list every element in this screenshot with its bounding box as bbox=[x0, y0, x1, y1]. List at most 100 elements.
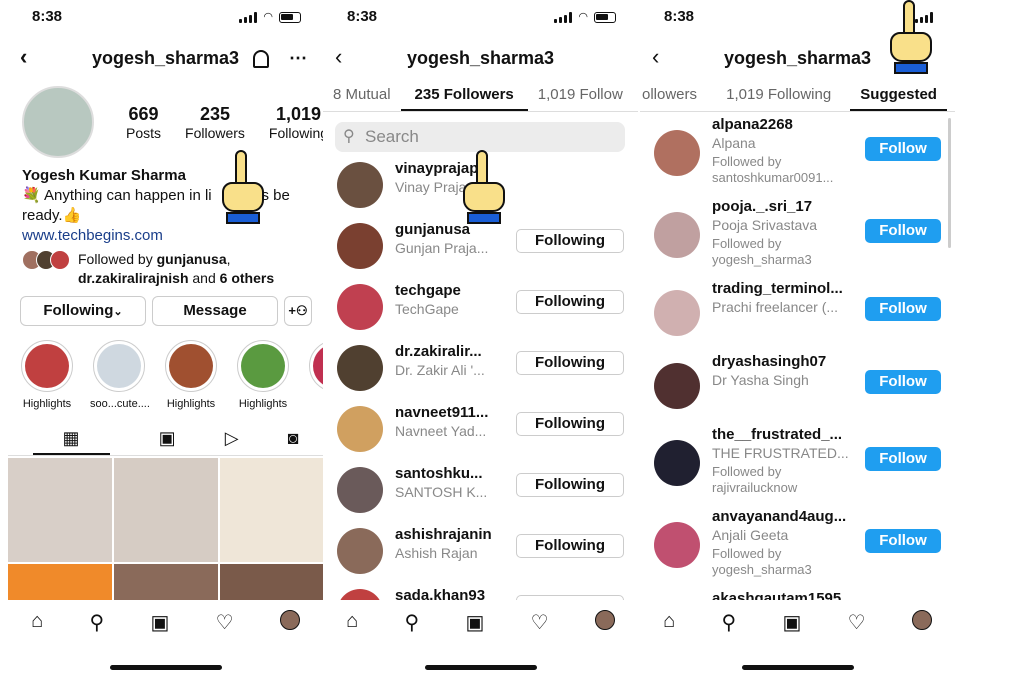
list-item[interactable]: dr.zakiralir... Dr. Zakir Ali '... Followi… bbox=[323, 339, 638, 400]
user-handle[interactable]: pooja._.sri_17 bbox=[712, 198, 812, 215]
follow-button[interactable]: Follow bbox=[865, 447, 941, 471]
list-item[interactable]: dryashasingh07 Dr Yasha Singh Follow bbox=[640, 349, 955, 422]
avatar[interactable] bbox=[337, 467, 383, 513]
profile-avatar[interactable] bbox=[22, 86, 94, 158]
user-handle[interactable]: techgape bbox=[395, 282, 461, 299]
following-button[interactable]: Following bbox=[516, 351, 624, 375]
tab-followers[interactable]: ollowers bbox=[640, 80, 707, 111]
user-fullname: Pooja Srivastava bbox=[712, 217, 818, 233]
following-button[interactable]: Following bbox=[516, 534, 624, 558]
avatar[interactable] bbox=[337, 345, 383, 391]
heart-icon[interactable]: ♡ bbox=[531, 610, 549, 635]
profile-avatar[interactable] bbox=[279, 610, 300, 630]
list-item[interactable]: trading_terminol... Prachi freelancer (..… bbox=[640, 276, 955, 349]
avatar[interactable] bbox=[654, 362, 700, 409]
avatar[interactable] bbox=[337, 406, 383, 452]
list-item[interactable]: the__frustrated_... THE FRUSTRATED... Foll… bbox=[640, 422, 955, 504]
list-item[interactable]: anvayanand4aug... Anjali Geeta Followed by… bbox=[640, 504, 955, 586]
tab-suggested[interactable]: Suggested bbox=[850, 80, 947, 111]
highlight-item[interactable]: Highlights bbox=[18, 340, 76, 410]
list-item[interactable]: santoshku... SANTOSH K... Following bbox=[323, 461, 638, 522]
followed-by-user: yogesh_sharma3 bbox=[712, 562, 812, 577]
tab-mutual[interactable]: 8 Mutual bbox=[323, 80, 401, 111]
stat-following[interactable]: 1,019 Following bbox=[269, 104, 323, 141]
user-handle[interactable]: santoshku... bbox=[395, 465, 483, 482]
home-icon[interactable]: ⌂ bbox=[346, 610, 358, 635]
follow-button[interactable]: Follow bbox=[865, 529, 941, 553]
following-button[interactable]: Following bbox=[516, 290, 624, 314]
user-handle[interactable]: the__frustrated_... bbox=[712, 426, 842, 443]
user-handle[interactable]: trading_terminol... bbox=[712, 280, 843, 297]
following-button[interactable]: Following bbox=[516, 412, 624, 436]
avatar[interactable] bbox=[337, 284, 383, 330]
list-item[interactable]: pooja._.sri_17 Pooja Srivastava Followed b… bbox=[640, 194, 955, 276]
follow-button[interactable]: Follow bbox=[865, 369, 941, 394]
search-input[interactable]: ⚲ Search bbox=[335, 122, 625, 152]
highlight-item[interactable]: soo...cute.... bbox=[90, 340, 150, 410]
back-icon[interactable]: ‹ bbox=[652, 46, 659, 68]
follow-button[interactable]: Follow bbox=[865, 219, 941, 243]
avatar[interactable] bbox=[337, 528, 383, 574]
post-thumbnail[interactable] bbox=[114, 458, 218, 562]
user-handle[interactable]: alpana2268 bbox=[712, 116, 793, 133]
list-item[interactable]: navneet911... Navneet Yad... Following bbox=[323, 400, 638, 461]
highlight-item[interactable]: Highlights bbox=[234, 340, 292, 410]
reels-icon[interactable]: ▣ bbox=[782, 610, 801, 635]
highlight-item[interactable]: Highlights bbox=[162, 340, 220, 410]
more-icon[interactable]: ⋯ bbox=[289, 48, 307, 69]
avatar[interactable] bbox=[654, 440, 700, 486]
home-icon[interactable]: ⌂ bbox=[31, 610, 43, 635]
search-icon[interactable]: ⚲ bbox=[405, 610, 420, 635]
avatar[interactable] bbox=[337, 162, 383, 208]
user-handle[interactable]: dryashasingh07 bbox=[712, 353, 826, 370]
tab-following[interactable]: 1,019 Following bbox=[716, 80, 841, 111]
profile-avatar[interactable] bbox=[911, 610, 932, 630]
add-user-icon[interactable]: +⚇ bbox=[284, 296, 312, 326]
tab-followers[interactable]: 235 Followers bbox=[400, 80, 528, 111]
user-handle[interactable]: dr.zakiralir... bbox=[395, 343, 482, 360]
following-button[interactable]: Following bbox=[516, 473, 624, 497]
user-handle[interactable]: navneet911... bbox=[395, 404, 488, 421]
avatar[interactable] bbox=[337, 223, 383, 269]
back-icon[interactable]: ‹ bbox=[335, 46, 342, 68]
profile-avatar[interactable] bbox=[594, 610, 615, 630]
user-handle[interactable]: gunjanusa bbox=[395, 221, 470, 238]
tab-following[interactable]: 1,019 Follow bbox=[528, 80, 633, 111]
avatar[interactable] bbox=[654, 522, 700, 568]
bell-icon[interactable] bbox=[253, 49, 269, 68]
message-button[interactable]: Message bbox=[152, 296, 278, 326]
search-icon[interactable]: ⚲ bbox=[722, 610, 737, 635]
heart-icon[interactable]: ♡ bbox=[216, 610, 234, 635]
reels-icon[interactable]: ▣ bbox=[159, 428, 176, 455]
following-button[interactable]: Following bbox=[516, 229, 624, 253]
following-button[interactable]: Following⌄ bbox=[20, 296, 146, 326]
post-thumbnail[interactable] bbox=[220, 458, 323, 562]
list-item[interactable]: techgape TechGape Following bbox=[323, 278, 638, 339]
search-icon[interactable]: ⚲ bbox=[90, 610, 105, 635]
grid-icon[interactable]: ▦ bbox=[32, 428, 110, 455]
highlight-item[interactable]: Highl bbox=[306, 340, 323, 410]
avatar[interactable] bbox=[654, 130, 700, 176]
reels-icon[interactable]: ▣ bbox=[465, 610, 484, 635]
stat-followers[interactable]: 235 Followers bbox=[185, 104, 245, 141]
user-handle[interactable]: anvayanand4aug... bbox=[712, 508, 846, 525]
play-icon[interactable]: ▷ bbox=[225, 428, 239, 455]
follow-button[interactable]: Follow bbox=[865, 137, 941, 161]
stat-posts[interactable]: 669 Posts bbox=[126, 104, 161, 141]
avatar[interactable] bbox=[654, 289, 700, 336]
follow-button[interactable]: Follow bbox=[865, 296, 941, 321]
avatar[interactable] bbox=[654, 212, 700, 258]
list-username: yogesh_sharma3 bbox=[406, 48, 555, 68]
list-item[interactable]: ashishrajanin Ashish Rajan Following bbox=[323, 522, 638, 583]
followed-by[interactable]: Followed by gunjanusa, dr.zakiralirajnish… bbox=[22, 250, 274, 288]
scrollbar[interactable] bbox=[948, 118, 951, 248]
website-link[interactable]: www.techbegins.com bbox=[22, 226, 322, 246]
back-icon[interactable]: ‹ bbox=[20, 46, 27, 68]
tagged-icon[interactable]: ◙ bbox=[288, 428, 299, 455]
list-item[interactable]: alpana2268 Alpana Followed by santoshkumar0… bbox=[640, 112, 955, 194]
user-handle[interactable]: ashishrajanin bbox=[395, 526, 492, 543]
heart-icon[interactable]: ♡ bbox=[848, 610, 866, 635]
reels-icon[interactable]: ▣ bbox=[150, 610, 169, 635]
post-thumbnail[interactable] bbox=[8, 458, 112, 562]
home-icon[interactable]: ⌂ bbox=[663, 610, 675, 635]
